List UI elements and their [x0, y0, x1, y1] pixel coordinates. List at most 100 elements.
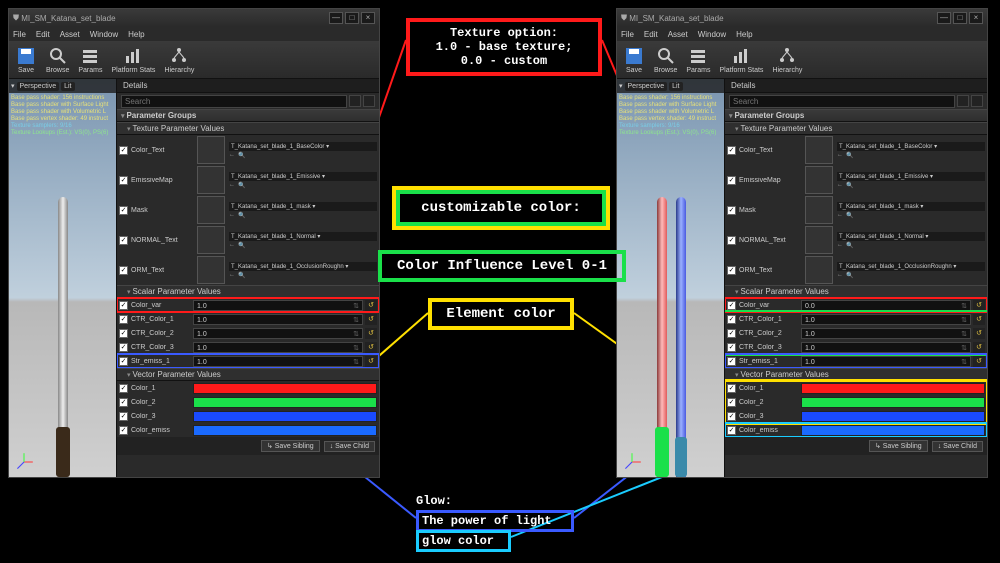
param-checkbox[interactable]: ✓	[727, 236, 736, 245]
menu-window[interactable]: Window	[698, 30, 726, 39]
color-swatch[interactable]	[193, 425, 377, 436]
use-icon[interactable]: ←	[229, 182, 235, 189]
param-checkbox[interactable]: ✓	[119, 176, 128, 185]
menu-file[interactable]: File	[13, 30, 26, 39]
maximize-button[interactable]: □	[953, 12, 967, 24]
viewport[interactable]: ▾ Perspective Lit Base pass shader: 156 …	[617, 79, 725, 477]
browse-icon[interactable]: 🔍	[846, 212, 853, 219]
param-checkbox[interactable]: ✓	[119, 426, 128, 435]
texture-name-dropdown[interactable]: T_Katana_set_blade_1_Normal ▾	[837, 232, 985, 241]
texture-thumbnail[interactable]	[805, 226, 833, 254]
reset-button[interactable]: ↺	[973, 328, 985, 339]
vector-params-header[interactable]: Vector Parameter Values	[117, 368, 379, 381]
param-checkbox[interactable]: ✓	[119, 301, 128, 310]
viewport-lit[interactable]: Lit	[669, 82, 682, 91]
texture-name-dropdown[interactable]: T_Katana_set_blade_1_BaseColor ▾	[837, 142, 985, 151]
texture-name-dropdown[interactable]: T_Katana_set_blade_1_Emissive ▾	[837, 172, 985, 181]
use-icon[interactable]: ←	[837, 212, 843, 219]
search-input[interactable]	[121, 95, 347, 108]
platform-stats-button[interactable]: Platform Stats	[107, 43, 159, 76]
texture-name-dropdown[interactable]: T_Katana_set_blade_1_Emissive ▾	[229, 172, 377, 181]
menu-file[interactable]: File	[621, 30, 634, 39]
menu-help[interactable]: Help	[736, 30, 752, 39]
viewport-perspective[interactable]: Perspective	[17, 82, 60, 91]
reset-button[interactable]: ↺	[973, 356, 985, 367]
save-sibling-button[interactable]: ↳ Save Sibling	[261, 440, 320, 452]
reset-button[interactable]: ↺	[973, 300, 985, 311]
menu-window[interactable]: Window	[90, 30, 118, 39]
texture-name-dropdown[interactable]: T_Katana_set_blade_1_mask ▾	[837, 202, 985, 211]
param-checkbox[interactable]: ✓	[727, 343, 736, 352]
param-checkbox[interactable]: ✓	[727, 357, 736, 366]
save-button[interactable]: Save	[11, 43, 41, 76]
browse-button[interactable]: Browse	[650, 43, 681, 76]
browse-icon[interactable]: 🔍	[238, 152, 245, 159]
color-swatch[interactable]	[193, 397, 377, 408]
param-checkbox[interactable]: ✓	[727, 206, 736, 215]
param-checkbox[interactable]: ✓	[119, 315, 128, 324]
minimize-button[interactable]: —	[937, 12, 951, 24]
param-checkbox[interactable]: ✓	[727, 266, 736, 275]
texture-thumbnail[interactable]	[197, 226, 225, 254]
details-tab[interactable]: Details	[123, 81, 147, 90]
viewport[interactable]: ▾ Perspective Lit Base pass shader: 156 …	[9, 79, 117, 477]
scalar-value-input[interactable]: 1.0⇅	[801, 328, 971, 339]
browse-icon[interactable]: 🔍	[238, 242, 245, 249]
hierarchy-button[interactable]: Hierarchy	[768, 43, 806, 76]
color-swatch[interactable]	[801, 383, 985, 394]
param-checkbox[interactable]: ✓	[727, 384, 736, 393]
scalar-value-input[interactable]: 1.0⇅	[801, 342, 971, 353]
reset-button[interactable]: ↺	[365, 342, 377, 353]
use-icon[interactable]: ←	[837, 152, 843, 159]
titlebar[interactable]: ⛊ MI_SM_Katana_set_blade — □ ×	[617, 9, 987, 27]
param-checkbox[interactable]: ✓	[727, 412, 736, 421]
viewport-options-icon[interactable]: ▾	[619, 82, 623, 90]
color-swatch[interactable]	[801, 411, 985, 422]
color-swatch[interactable]	[193, 383, 377, 394]
param-checkbox[interactable]: ✓	[727, 398, 736, 407]
use-icon[interactable]: ←	[229, 242, 235, 249]
texture-thumbnail[interactable]	[805, 196, 833, 224]
use-icon[interactable]: ←	[229, 212, 235, 219]
scalar-value-input[interactable]: 1.0⇅	[193, 342, 363, 353]
close-button[interactable]: ×	[361, 12, 375, 24]
scalar-params-header[interactable]: Scalar Parameter Values	[725, 285, 987, 298]
param-checkbox[interactable]: ✓	[119, 236, 128, 245]
texture-thumbnail[interactable]	[197, 196, 225, 224]
texture-name-dropdown[interactable]: T_Katana_set_blade_1_OcclusionRoughn ▾	[837, 262, 985, 271]
param-checkbox[interactable]: ✓	[727, 329, 736, 338]
viewport-perspective[interactable]: Perspective	[625, 82, 668, 91]
use-icon[interactable]: ←	[229, 272, 235, 279]
param-checkbox[interactable]: ✓	[119, 329, 128, 338]
hierarchy-button[interactable]: Hierarchy	[160, 43, 198, 76]
scalar-value-input[interactable]: 1.0⇅	[193, 300, 363, 311]
param-checkbox[interactable]: ✓	[119, 384, 128, 393]
browse-icon[interactable]: 🔍	[846, 242, 853, 249]
param-checkbox[interactable]: ✓	[727, 301, 736, 310]
texture-thumbnail[interactable]	[197, 166, 225, 194]
filter-icon[interactable]	[957, 95, 969, 107]
reset-button[interactable]: ↺	[973, 342, 985, 353]
platform-stats-button[interactable]: Platform Stats	[715, 43, 767, 76]
scalar-value-input[interactable]: 0.0⇅	[801, 300, 971, 311]
viewport-gizmo[interactable]	[621, 451, 643, 473]
texture-thumbnail[interactable]	[805, 256, 833, 284]
use-icon[interactable]: ←	[837, 182, 843, 189]
reset-button[interactable]: ↺	[365, 300, 377, 311]
reset-button[interactable]: ↺	[365, 356, 377, 367]
save-child-button[interactable]: ↓ Save Child	[324, 441, 375, 452]
use-icon[interactable]: ←	[837, 272, 843, 279]
texture-name-dropdown[interactable]: T_Katana_set_blade_1_OcclusionRoughn ▾	[229, 262, 377, 271]
texture-params-header[interactable]: Texture Parameter Values	[725, 122, 987, 135]
browse-icon[interactable]: 🔍	[238, 182, 245, 189]
use-icon[interactable]: ←	[837, 242, 843, 249]
reset-button[interactable]: ↺	[365, 314, 377, 325]
minimize-button[interactable]: —	[329, 12, 343, 24]
param-checkbox[interactable]: ✓	[119, 266, 128, 275]
vector-params-header[interactable]: Vector Parameter Values	[725, 368, 987, 381]
use-icon[interactable]: ←	[229, 152, 235, 159]
texture-thumbnail[interactable]	[197, 256, 225, 284]
eye-icon[interactable]	[971, 95, 983, 107]
titlebar[interactable]: ⛊ MI_SM_Katana_set_blade — □ ×	[9, 9, 379, 27]
menu-asset[interactable]: Asset	[60, 30, 80, 39]
